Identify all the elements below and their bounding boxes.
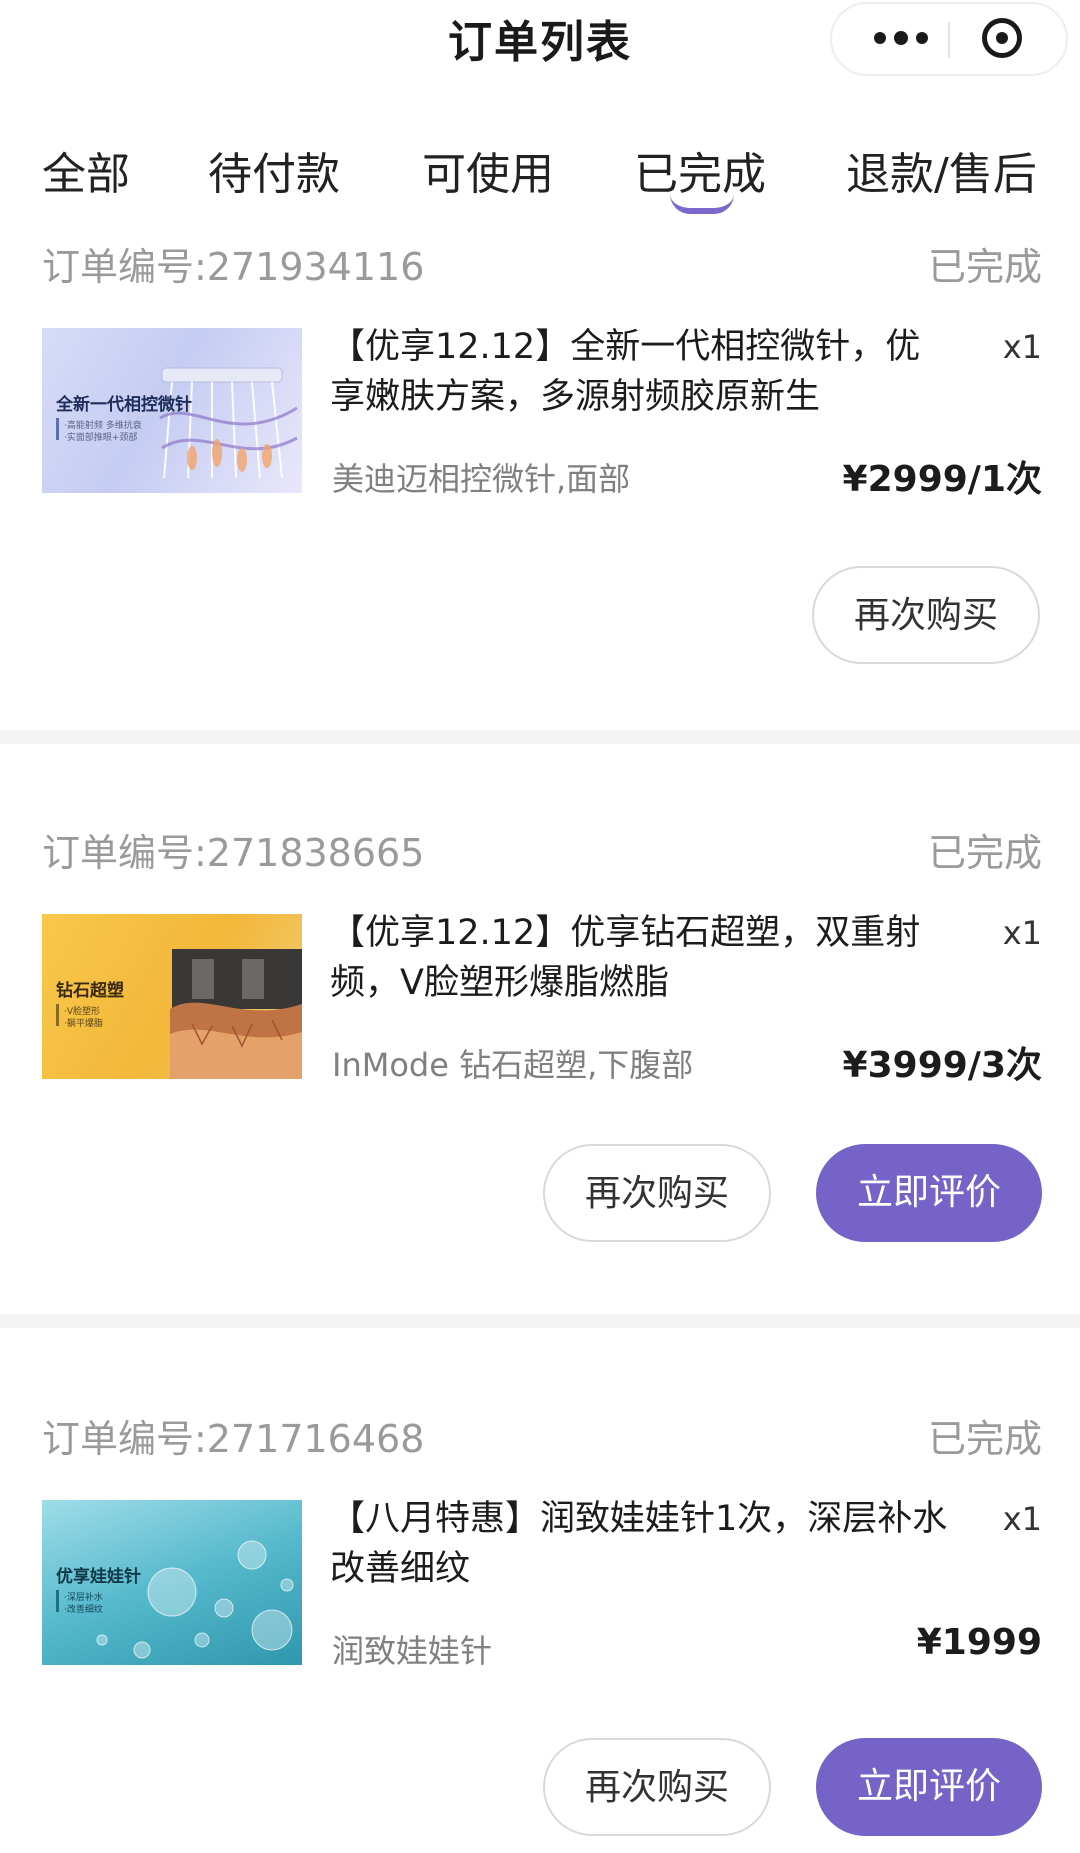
caption-bar (56, 418, 59, 440)
tab-usable[interactable]: 可使用 (422, 138, 554, 202)
review-button[interactable]: 立即评价 (816, 1738, 1042, 1836)
product-spec: 润致娃娃针 (332, 1632, 493, 1670)
product-title[interactable]: 【八月特惠】润致娃娃针1次，深层补水改善细纹 (330, 1494, 950, 1594)
product-image-feature: ·躺平爆脂 (64, 1019, 103, 1029)
mini-program-capsule (830, 2, 1068, 76)
rebuy-button[interactable]: 再次购买 (812, 566, 1040, 664)
order-card[interactable]: 订单编号:271716468 已完成 优享娃娃针 ·深层补水 ·改善细纹 【八月… (0, 1408, 1080, 1853)
product-image[interactable]: 钻石超塑 ·V脸塑形 ·躺平爆脂 (42, 914, 302, 1079)
quantity: x1 (1002, 914, 1042, 952)
price: ¥1999 (916, 1622, 1042, 1663)
section-divider (0, 730, 1080, 744)
product-title[interactable]: 【优享12.12】优享钻石超塑，双重射频，V脸塑形爆脂燃脂 (330, 908, 950, 1008)
quantity: x1 (1002, 328, 1042, 366)
order-card[interactable]: 订单编号:271934116 已完成 全新一代相控微针 ·高能射频 多维抗衰 ·… (0, 236, 1080, 726)
order-number: 订单编号:271838665 (42, 831, 425, 875)
product-spec: InMode 钻石超塑,下腹部 (332, 1046, 694, 1084)
product-image-caption: 全新一代相控微针 (56, 395, 192, 415)
order-status: 已完成 (927, 831, 1042, 875)
product-image[interactable]: 优享娃娃针 ·深层补水 ·改善细纹 (42, 1500, 302, 1665)
caption-bar (56, 1590, 59, 1612)
capsule-divider (948, 22, 950, 58)
navigation-bar: 订单列表 (0, 0, 1080, 90)
product-image-caption: 钻石超塑 (56, 981, 124, 1001)
product-image[interactable]: 全新一代相控微针 ·高能射频 多维抗衰 ·实面部推眼+颈部 (42, 328, 302, 493)
product-spec: 美迪迈相控微针,面部 (332, 460, 631, 498)
product-image-feature: ·改善细纹 (64, 1605, 103, 1615)
price: ¥2999/1次 (842, 459, 1042, 500)
tab-refund-after-sales[interactable]: 退款/售后 (846, 138, 1037, 202)
review-button[interactable]: 立即评价 (816, 1144, 1042, 1242)
order-status: 已完成 (927, 1417, 1042, 1461)
product-title[interactable]: 【优享12.12】全新一代相控微针，优享嫩肤方案，多源射频胶原新生 (330, 322, 950, 422)
order-status-tabs: 全部 待付款 可使用 已完成 退款/售后 (0, 138, 1080, 218)
close-target-icon[interactable] (982, 18, 1022, 58)
more-icon[interactable] (874, 31, 928, 45)
caption-bar (56, 1004, 59, 1026)
order-number: 订单编号:271716468 (42, 1417, 425, 1461)
tab-completed[interactable]: 已完成 (634, 138, 766, 202)
price: ¥3999/3次 (842, 1045, 1042, 1086)
quantity: x1 (1002, 1500, 1042, 1538)
section-divider (0, 1314, 1080, 1328)
order-card[interactable]: 订单编号:271838665 已完成 钻石超塑 ·V脸塑形 ·躺平爆脂 【优享1… (0, 822, 1080, 1302)
tab-pending-payment[interactable]: 待付款 (208, 138, 340, 202)
order-status: 已完成 (927, 245, 1042, 289)
active-tab-indicator (670, 194, 734, 214)
product-image-caption: 优享娃娃针 (56, 1567, 141, 1587)
rebuy-button[interactable]: 再次购买 (543, 1738, 771, 1836)
product-image-feature: ·实面部推眼+颈部 (64, 433, 138, 443)
tab-all[interactable]: 全部 (42, 138, 130, 202)
rebuy-button[interactable]: 再次购买 (543, 1144, 771, 1242)
order-number: 订单编号:271934116 (42, 245, 425, 289)
